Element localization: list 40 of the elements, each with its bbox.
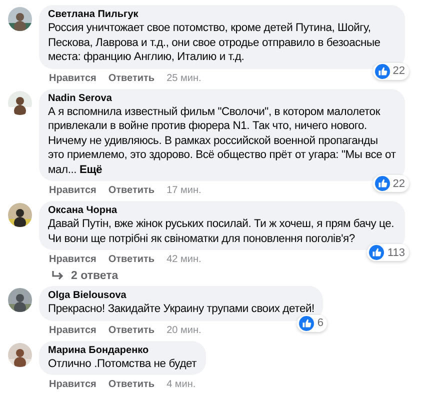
- comment-text: Прекрасно! Закидайте Украину трупами своих детей!: [48, 302, 314, 316]
- reaction-badge[interactable]: 22: [372, 175, 409, 192]
- comment-author[interactable]: Nadin Serova: [48, 92, 396, 104]
- reaction-count: 113: [387, 246, 405, 258]
- like-icon: [374, 176, 390, 191]
- reaction-badge[interactable]: 113: [367, 244, 409, 261]
- reply-link[interactable]: Ответить: [108, 378, 155, 391]
- comment-text: А я вспомнила известный фильм "Сволочи", в котором малолеток привлекали в войне против фюрера N1. Так что, ничего нового. Ничему не удивляюсь. В рамках российской военной пропаганды это приемлемо, это здорово. Всё общество прёт от угара: "Мы все от мал... Ещё: [48, 104, 396, 177]
- comment-author[interactable]: Оксана Чорна: [48, 204, 396, 217]
- like-link[interactable]: Нравится: [49, 72, 96, 84]
- comment-author[interactable]: Светлана Пильгук: [48, 8, 396, 21]
- comment-time: 42 мин.: [166, 253, 202, 266]
- comment-author[interactable]: Марина Бондаренко: [48, 344, 197, 356]
- comment-text: Давай Путін, вже жінок руських посилай. Ти ж хочеш, я прям бачу це. Чи вони ще потрібні як свіноматки для поновлення поголів'я?: [48, 217, 396, 246]
- comment-time: 25 мин.: [166, 72, 202, 84]
- comment-time: 17 мин.: [166, 184, 202, 197]
- reaction-count: 22: [392, 65, 405, 77]
- like-link[interactable]: Нравится: [49, 253, 96, 266]
- like-link[interactable]: Нравится: [49, 184, 96, 197]
- like-link[interactable]: Нравится: [49, 324, 96, 336]
- comment-author[interactable]: Olga Bielousova: [48, 289, 314, 302]
- reply-link[interactable]: Ответить: [108, 253, 155, 266]
- reaction-badge[interactable]: 6: [297, 314, 328, 332]
- reaction-badge[interactable]: 22: [372, 62, 409, 80]
- comment-time: 4 мин.: [166, 378, 196, 391]
- like-icon: [299, 316, 314, 330]
- like-link[interactable]: Нравится: [49, 378, 96, 391]
- view-replies-link[interactable]: 2 ответа: [71, 270, 118, 282]
- comment-text: Отлично .Потомства не будет: [48, 356, 197, 371]
- reaction-count: 6: [317, 317, 324, 329]
- like-icon: [369, 245, 384, 260]
- reply-arrow-icon: [51, 270, 65, 282]
- comment-time: 20 мин.: [166, 324, 202, 336]
- reply-link[interactable]: Ответить: [108, 184, 155, 197]
- comment-text: Россия уничтожает свое потомство, кроме детей Путина, Шойгу, Пескова, Лаврова и т.д., они свое отродье отправило в безоасные места: францию Англию, Италию и т.д.: [48, 21, 382, 64]
- reply-link[interactable]: Ответить: [108, 72, 155, 84]
- reply-link[interactable]: Ответить: [108, 324, 155, 336]
- see-more-link[interactable]: Ещё: [80, 164, 102, 176]
- like-icon: [374, 64, 390, 78]
- reaction-count: 22: [392, 178, 405, 190]
